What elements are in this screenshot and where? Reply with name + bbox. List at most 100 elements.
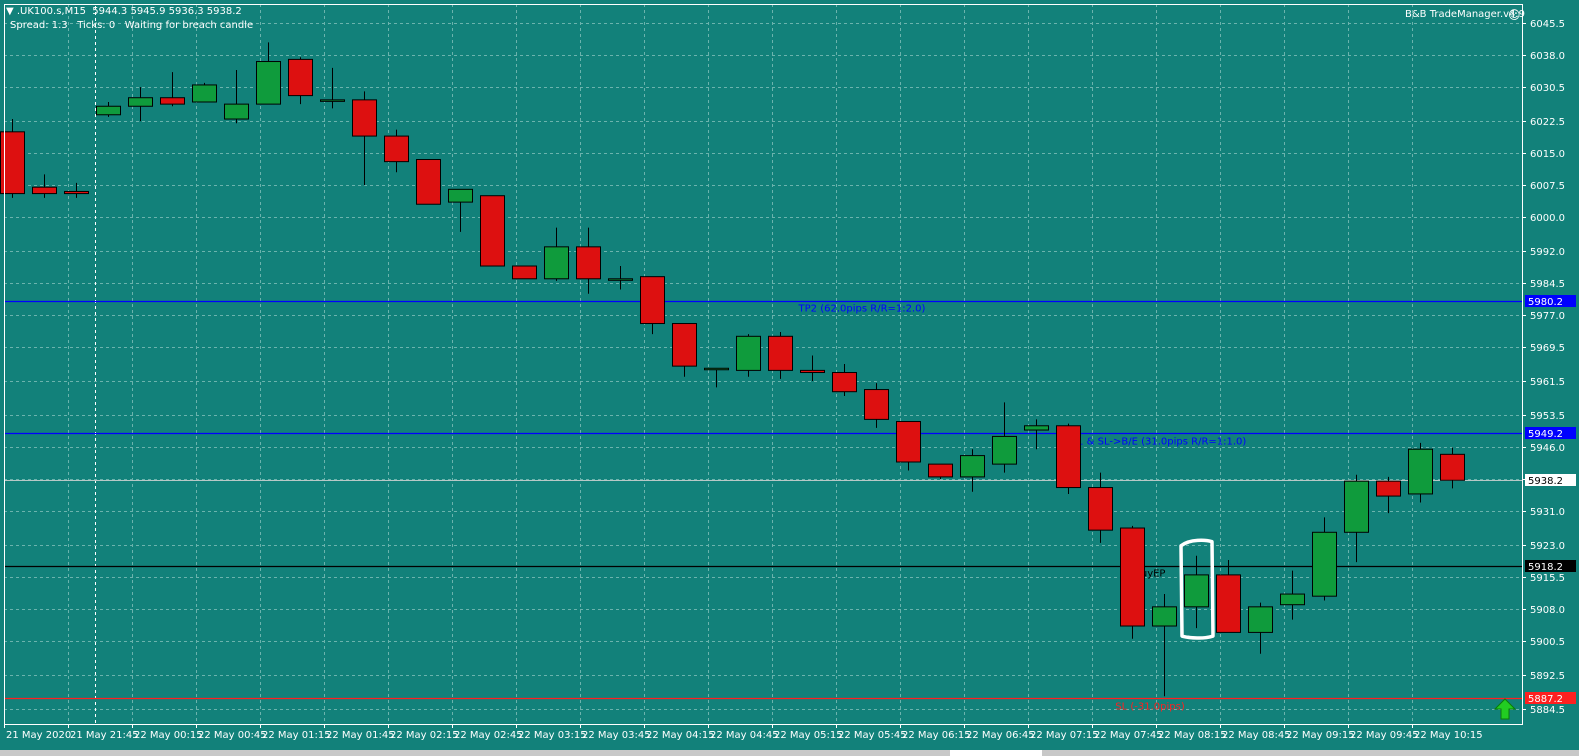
candle-body-bull [608, 278, 633, 281]
candle-body-bull [224, 103, 249, 120]
y-tick-label: 5915.5 [1530, 573, 1565, 584]
candle-body-bull [992, 435, 1017, 465]
candle-body-bear [928, 463, 953, 478]
y-tick-label: 5969.5 [1530, 343, 1565, 354]
x-tick-label: 22 May 10:15 [1414, 730, 1483, 741]
axis-label-sl: 5887.2 [1528, 694, 1563, 705]
trading-chart-window: TP2 (62.0pips R/R=1:2.0) TP1 & SL->B/E (3… [0, 0, 1579, 756]
y-tick-label: 6030.5 [1530, 83, 1565, 94]
y-tick-label: 6000.0 [1530, 213, 1565, 224]
axis-label-current-price: 5938.2 [1528, 476, 1563, 487]
candle-body-bear [1056, 425, 1081, 489]
level-label-tp2: TP2 (62.0pips R/R=1:2.0) [798, 304, 926, 315]
x-tick-label: 22 May 03:15 [518, 730, 587, 741]
candle-body-bear [480, 195, 505, 267]
candle-body-bull [256, 61, 281, 105]
candle [1120, 525, 1145, 639]
x-tick-label: 21 May 21:45 [70, 730, 139, 741]
x-tick-label: 22 May 05:45 [838, 730, 907, 741]
candle-body-bull [1280, 593, 1305, 606]
x-tick-label: 22 May 08:15 [1158, 730, 1227, 741]
status-line: Spread: 1.3 Ticks: 0 Waiting for breach … [10, 20, 254, 31]
candle-body-bear [352, 99, 377, 137]
y-tick-label: 5953.5 [1530, 411, 1565, 422]
candle-body-bull [736, 335, 761, 371]
x-tick-label: 22 May 02:15 [390, 730, 459, 741]
candle [1408, 442, 1433, 503]
candle-body-bull [448, 188, 473, 203]
candle-body-bear [800, 369, 825, 374]
candle-body-bear [288, 58, 313, 97]
candle [1056, 423, 1081, 494]
status-strip [0, 750, 1579, 756]
price-chart[interactable]: TP2 (62.0pips R/R=1:2.0) TP1 & SL->B/E (3… [0, 0, 1579, 756]
candle-body-bull [128, 97, 153, 107]
candle-body-bear [64, 190, 89, 195]
x-tick-label: 22 May 05:15 [774, 730, 843, 741]
x-tick-label: 22 May 02:45 [454, 730, 523, 741]
y-tick-label: 5884.5 [1530, 705, 1565, 716]
x-tick-label: 22 May 09:45 [1350, 730, 1419, 741]
x-tick-label: 22 May 04:15 [646, 730, 715, 741]
candle-body-bull [1248, 606, 1273, 633]
candle-body-bear [512, 265, 537, 280]
candle-body-bear [416, 159, 441, 205]
candle-body-bull [192, 84, 217, 103]
y-tick-label: 5908.0 [1530, 605, 1565, 616]
axis-label-tp1: 5949.2 [1528, 429, 1563, 440]
candle-body-bear [1120, 527, 1145, 627]
y-tick-label: 6045.5 [1530, 19, 1565, 30]
candle-body-bull [1184, 574, 1209, 608]
candle-body-bear [864, 389, 889, 420]
candle-body-bear [1376, 480, 1401, 497]
candle-body-bull [1024, 425, 1049, 431]
candle-body-bear [768, 335, 793, 371]
candle-body-bear [896, 421, 921, 463]
candle [512, 265, 537, 280]
candle-body-bull [960, 455, 985, 478]
y-tick-label: 5923.0 [1530, 541, 1565, 552]
x-tick-label: 22 May 03:45 [582, 730, 651, 741]
axis-label-buyep: 5918.2 [1528, 562, 1563, 573]
y-tick-label: 6022.5 [1530, 117, 1565, 128]
y-tick-label: 6015.0 [1530, 149, 1565, 160]
x-tick-label: 22 May 00:15 [134, 730, 203, 741]
x-tick-label: 22 May 09:15 [1286, 730, 1355, 741]
x-tick-label: 22 May 06:45 [966, 730, 1035, 741]
candle [480, 195, 505, 267]
symbol-info-line: ▼ .UK100.s,M15 5944.3 5945.9 5936.3 5938… [6, 6, 242, 17]
candle-body-bull [544, 246, 569, 280]
candle [192, 82, 217, 103]
y-tick-label: 5977.0 [1530, 311, 1565, 322]
y-tick-label: 6038.0 [1530, 51, 1565, 62]
y-tick-label: 5892.5 [1530, 671, 1565, 682]
candle [416, 159, 441, 205]
candle-body-bull [1312, 531, 1337, 597]
y-tick-label: 5992.0 [1530, 247, 1565, 258]
y-tick-label: 5931.0 [1530, 507, 1565, 518]
level-label-sl: SL (-31.0pips) [1115, 702, 1185, 713]
x-tick-label: 22 May 01:15 [262, 730, 331, 741]
x-tick-label: 21 May 2020 [6, 730, 71, 741]
candle-body-bull [1344, 480, 1369, 533]
x-tick-label: 22 May 06:15 [902, 730, 971, 741]
x-tick-label: 22 May 08:45 [1222, 730, 1291, 741]
candle-body-bear [832, 372, 857, 393]
candle-body-bear [672, 323, 697, 367]
candle-body-bull [320, 99, 345, 102]
axis-label-tp2: 5980.2 [1528, 297, 1563, 308]
x-tick-label: 22 May 07:15 [1030, 730, 1099, 741]
candle-body-bear [1440, 453, 1465, 481]
level-label-tp1: TP1 & SL->B/E (31.0pips R/R=1:1.0) [1064, 437, 1246, 448]
tab-strip[interactable] [950, 750, 1042, 756]
x-tick-label: 22 May 07:45 [1094, 730, 1163, 741]
candle-body-bear [576, 246, 601, 280]
candle-body-bull [1152, 606, 1177, 627]
candle-body-bear [1216, 574, 1241, 633]
y-tick-label: 5946.0 [1530, 443, 1565, 454]
x-tick-label: 22 May 00:45 [198, 730, 267, 741]
indicator-name: B&B TradeManager.v4.9 [1405, 9, 1525, 20]
candle-body-bear [160, 97, 185, 105]
candle-body-bear [1088, 487, 1113, 531]
smiley-icon: ☺ [1508, 8, 1521, 22]
